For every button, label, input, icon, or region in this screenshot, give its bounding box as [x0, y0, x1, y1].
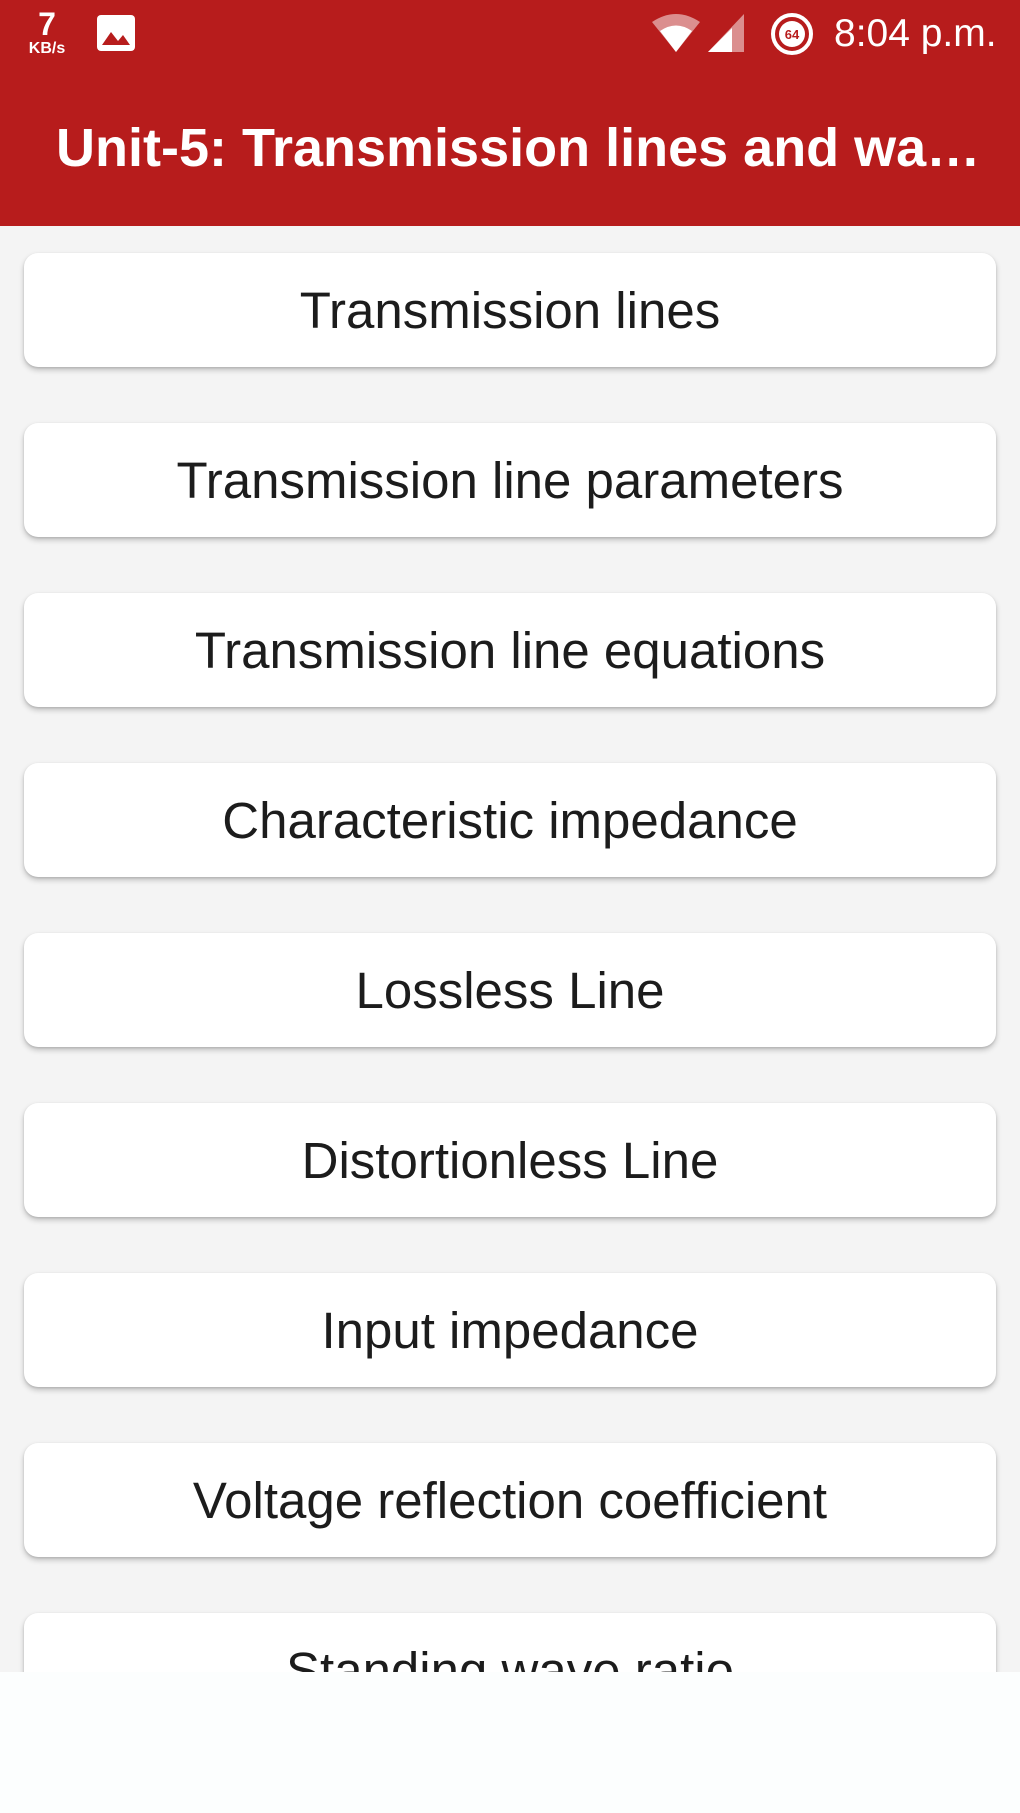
clock: 8:04 p.m. [834, 12, 997, 55]
topic-button[interactable]: Transmission lines [24, 253, 996, 367]
bottom-blank-area [0, 1672, 1020, 1813]
status-bar: 7 KB/s 64 8:04 p.m. [0, 0, 1020, 70]
network-speed: 7 KB/s [20, 8, 74, 57]
topic-button[interactable]: Input impedance [24, 1273, 996, 1387]
topic-button[interactable]: Distortionless Line [24, 1103, 996, 1217]
battery-saver-icon: 64 [771, 13, 813, 55]
page-title: Unit-5: Transmission lines and wav... [56, 118, 986, 178]
app-bar: 7 KB/s 64 8:04 p.m. Unit-5: Transmission… [0, 0, 1020, 226]
topic-button[interactable]: Characteristic impedance [24, 763, 996, 877]
battery-level: 64 [785, 27, 800, 42]
topic-button[interactable]: Voltage reflection coefficient [24, 1443, 996, 1557]
screen: 7 KB/s 64 8:04 p.m. Unit-5: Transmission… [0, 0, 1020, 1813]
topic-button[interactable]: Lossless Line [24, 933, 996, 1047]
image-icon [97, 15, 135, 51]
topic-list[interactable]: Transmission lines Transmission line par… [0, 226, 1020, 1672]
network-speed-unit: KB/s [28, 40, 66, 57]
topic-button[interactable]: Transmission line parameters [24, 423, 996, 537]
signal-icon [708, 14, 744, 52]
topic-button[interactable]: Transmission line equations [24, 593, 996, 707]
wifi-icon [652, 14, 700, 52]
topic-button[interactable]: Standing wave ratio [24, 1613, 996, 1672]
network-speed-value: 7 [38, 6, 56, 42]
